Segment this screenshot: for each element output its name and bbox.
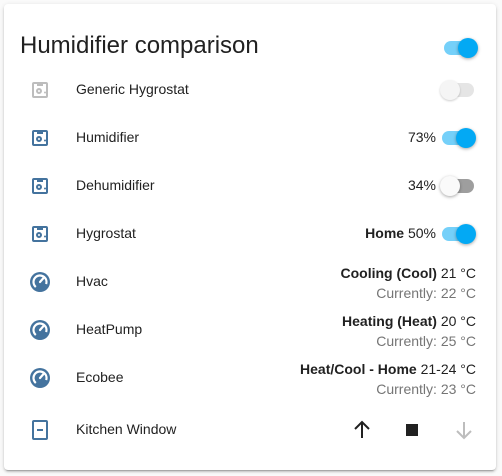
arrow-down-icon[interactable] [452,418,476,442]
hvac-action-label: Heat/Cool - Home [300,361,417,377]
hvac-action-label: Cooling (Cool) [340,265,437,281]
entity-toggle[interactable] [440,80,476,100]
climate-target: Heat/Cool - Home 21-24 °C [300,359,476,379]
entity-name: HeatPump [76,321,143,337]
mode-label: Home [365,225,405,241]
hygrostat-state: Home 50% [365,225,436,241]
climate-target: Heating (Heat) 20 °C [342,311,476,331]
stop-icon[interactable] [400,418,424,442]
climate-target: Cooling (Cool) 21 °C [341,263,476,283]
entity-row-generic-hygrostat[interactable]: Generic Hygrostat [4,66,496,114]
entity-row-kitchen-window[interactable]: Kitchen Window [4,406,496,454]
window-closed-icon [32,420,48,440]
humidity-value: 73% [407,129,436,145]
current-temperature: Currently: 25 °C [376,333,476,349]
entity-toggle[interactable] [440,128,476,148]
humidifier-off-icon [32,82,48,98]
humidifier-icon [32,226,48,242]
entity-name: Dehumidifier [76,177,155,193]
humidifier-icon [32,130,48,146]
entity-name: Generic Hygrostat [76,81,189,97]
entity-row-dehumidifier[interactable]: Dehumidifier 34% [4,162,496,210]
target-temperature: 20 °C [440,313,476,329]
card-header: Humidifier comparison [20,30,480,66]
header-toggle[interactable] [442,38,478,58]
current-temperature: Currently: 22 °C [376,285,476,301]
arrow-up-icon[interactable] [350,418,374,442]
hvac-action-label: Heating (Heat) [342,313,437,329]
entity-name: Hygrostat [76,225,136,241]
climate-state: Cooling (Cool) 21 °C Currently: 22 °C [341,263,476,303]
entity-name: Ecobee [76,369,124,385]
current-temperature: Currently: 23 °C [376,381,476,397]
entity-row-ecobee[interactable]: Ecobee Heat/Cool - Home 21-24 °C Current… [4,354,496,402]
entity-name: Humidifier [76,129,140,145]
thermostat-icon [30,272,50,292]
humidifier-icon [32,178,48,194]
entity-name: Hvac [76,273,108,289]
entity-toggle[interactable] [440,224,476,244]
target-temperature: 21-24 °C [420,361,476,377]
thermostat-icon [30,320,50,340]
climate-state: Heat/Cool - Home 21-24 °C Currently: 23 … [300,359,476,399]
humidity-value: 34% [407,177,436,193]
entity-toggle[interactable] [440,176,476,196]
entity-name: Kitchen Window [76,421,177,437]
entity-row-hvac[interactable]: Hvac Cooling (Cool) 21 °C Currently: 22 … [4,258,496,306]
humidity-value: 50% [407,225,436,241]
entity-row-hygrostat[interactable]: Hygrostat Home 50% [4,210,496,258]
humidifier-comparison-card: Humidifier comparison Generic Hygrostat … [4,4,496,470]
thermostat-icon [30,368,50,388]
card-title: Humidifier comparison [20,32,259,59]
target-temperature: 21 °C [440,265,476,281]
entity-row-heatpump[interactable]: HeatPump Heating (Heat) 20 °C Currently:… [4,306,496,354]
climate-state: Heating (Heat) 20 °C Currently: 25 °C [342,311,476,351]
entity-row-humidifier[interactable]: Humidifier 73% [4,114,496,162]
